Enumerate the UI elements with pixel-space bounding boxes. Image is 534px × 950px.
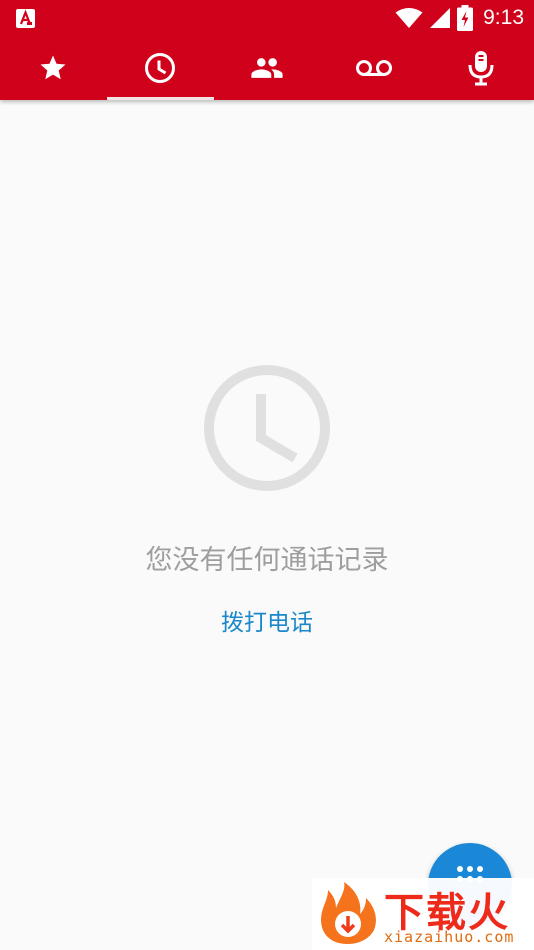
wifi-icon bbox=[395, 8, 423, 28]
make-call-link[interactable]: 拨打电话 bbox=[221, 603, 313, 637]
tab-bar bbox=[0, 36, 534, 100]
signal-icon bbox=[430, 8, 451, 28]
empty-message: 您没有任何通话记录 bbox=[145, 545, 389, 576]
contacts-icon bbox=[251, 58, 283, 78]
battery-charging-icon bbox=[457, 5, 474, 31]
tab-speed-dial[interactable] bbox=[0, 36, 107, 100]
tab-selected-indicator bbox=[106, 97, 214, 100]
star-icon bbox=[40, 55, 66, 80]
tab-recents[interactable] bbox=[106, 36, 214, 100]
status-bar: 9:13 bbox=[0, 0, 534, 36]
tab-voicemail[interactable] bbox=[320, 36, 427, 100]
status-time: 9:13 bbox=[483, 6, 524, 29]
clock-icon bbox=[145, 53, 176, 83]
watermark-domain: xiazaihuo.com bbox=[384, 928, 515, 946]
microphone-icon bbox=[468, 51, 494, 86]
voicemail-icon bbox=[355, 60, 392, 76]
clock-icon bbox=[204, 365, 330, 491]
status-icons: 9:13 bbox=[395, 4, 524, 32]
app-bar: 9:13 bbox=[0, 0, 534, 100]
a-notification-icon bbox=[16, 9, 35, 28]
empty-call-log: 您没有任何通话记录 拨打电话 bbox=[0, 360, 534, 637]
tab-voice-search[interactable] bbox=[427, 36, 534, 100]
tab-contacts[interactable] bbox=[214, 36, 321, 100]
flame-logo-icon bbox=[321, 882, 376, 944]
watermark: 下载火 xiazaihuo.com bbox=[312, 878, 534, 950]
